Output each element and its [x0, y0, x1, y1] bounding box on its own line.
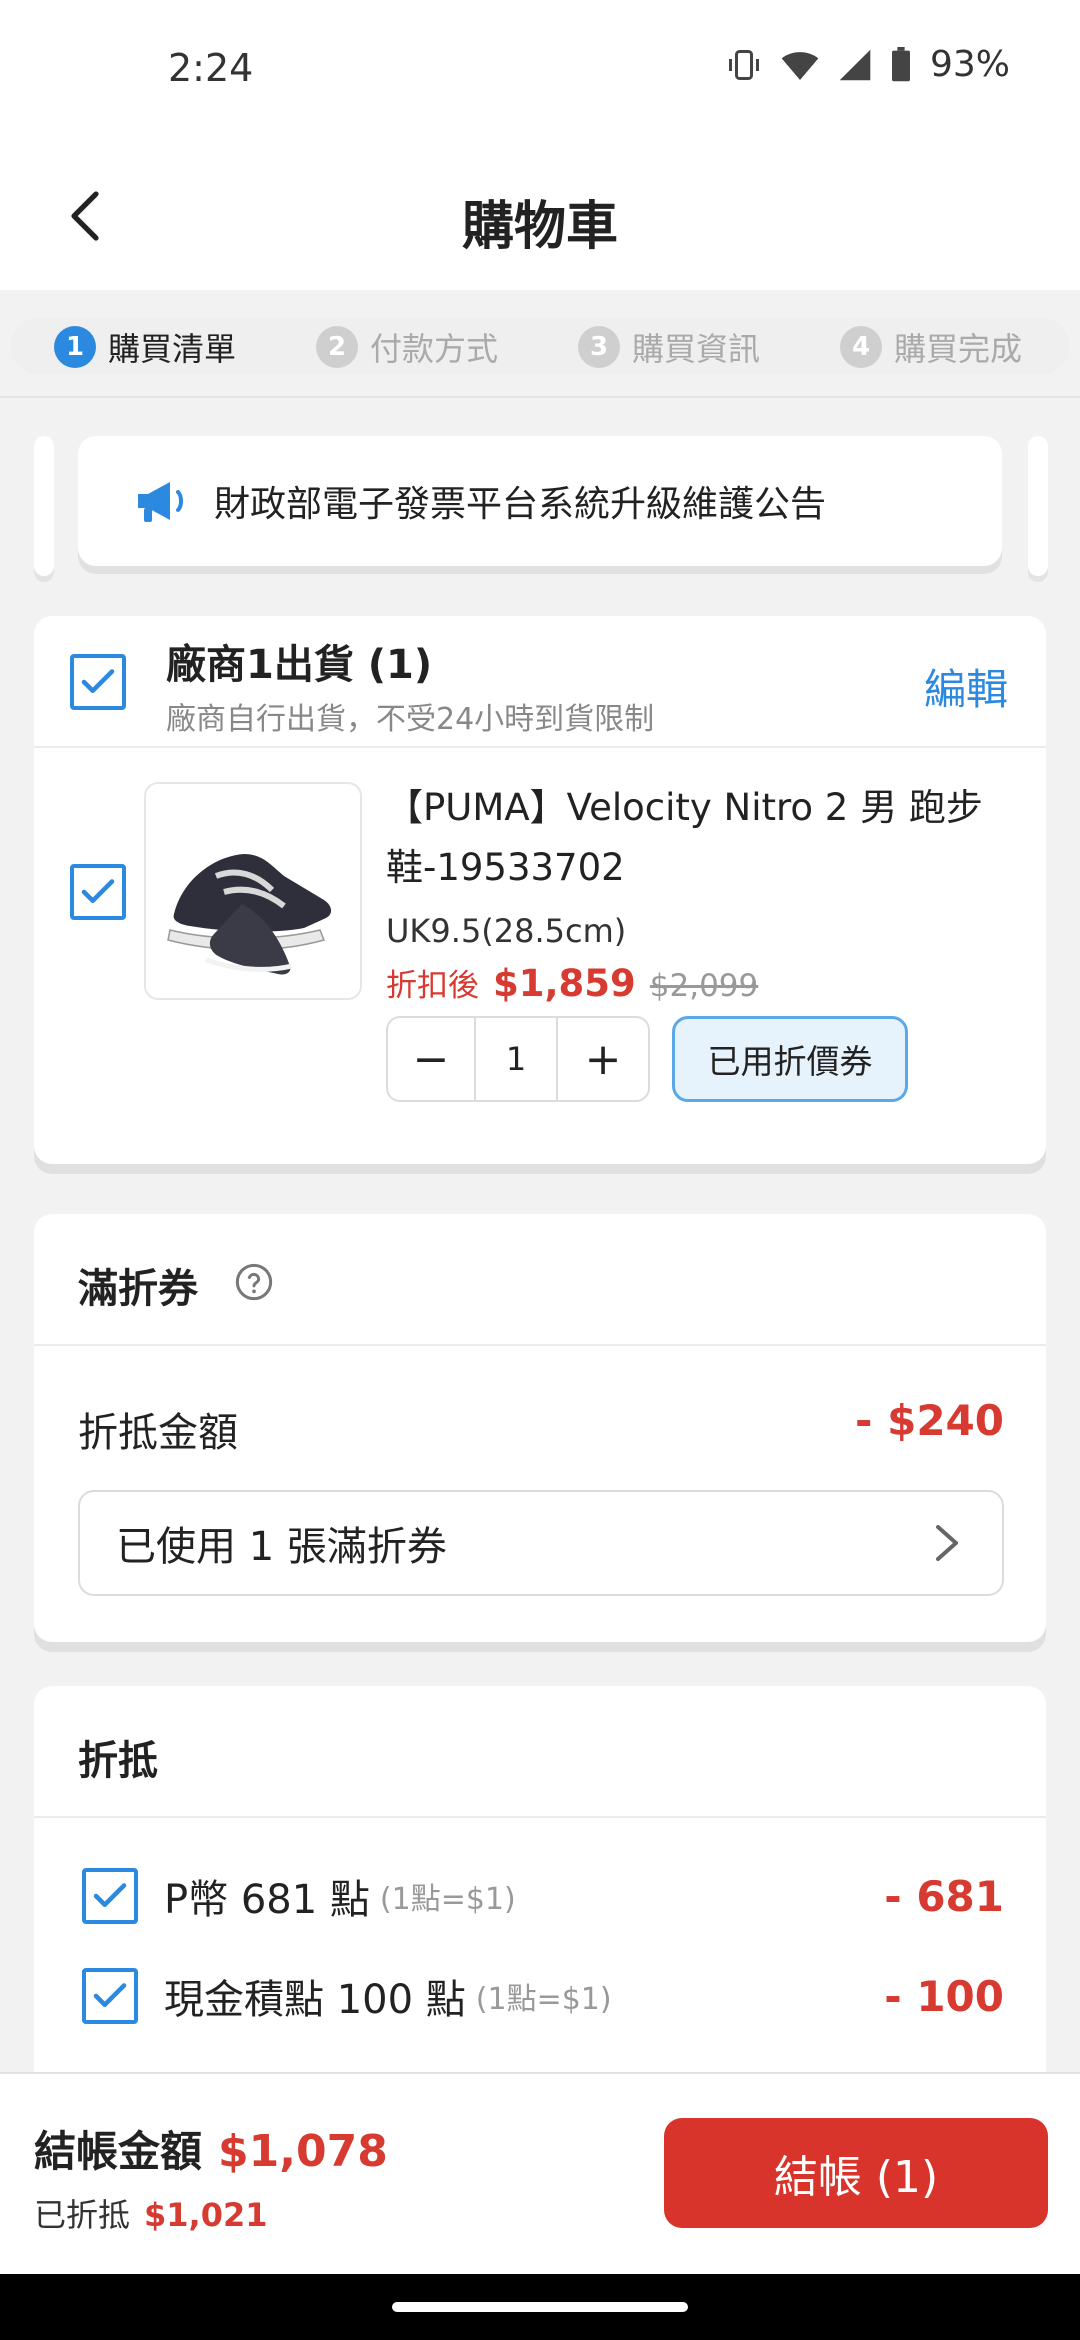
pcoin-label: P幣 681 點 — [164, 1877, 370, 1923]
deduct-divider — [34, 1816, 1046, 1818]
home-indicator[interactable] — [392, 2302, 688, 2312]
step-1: 1 購買清單 — [54, 322, 236, 372]
deduct-title: 折抵 — [78, 1738, 158, 1784]
check-icon — [81, 879, 115, 904]
quantity-value[interactable]: 1 — [476, 1018, 558, 1100]
announcement-text: 財政部電子發票平台系統升級維護公告 — [214, 484, 827, 525]
coupon-used-button[interactable]: 已用折價券 — [672, 1016, 908, 1102]
step-3-label: 購買資訊 — [632, 330, 761, 368]
discount-amount-value: - $240 — [855, 1396, 1004, 1445]
step-2-number: 2 — [316, 326, 358, 368]
price-original: $2,099 — [649, 968, 759, 1004]
product-name[interactable]: 【PUMA】Velocity Nitro 2 男 跑步鞋-19533702 — [386, 778, 1006, 898]
check-icon — [93, 1883, 127, 1908]
battery-icon — [891, 46, 910, 81]
total-value: $1,078 — [218, 2126, 388, 2177]
product-size: UK9.5(28.5cm) — [386, 912, 627, 950]
quantity-stepper: − 1 + — [386, 1016, 650, 1102]
price-row: 折扣後 $1,859 $2,099 — [386, 960, 758, 1005]
help-icon[interactable] — [234, 1262, 274, 1302]
pcoin-amount: - 681 — [884, 1871, 1004, 1921]
page-title: 購物車 — [461, 197, 618, 257]
price-label: 折扣後 — [386, 968, 479, 1004]
vendor-checkbox[interactable] — [70, 654, 126, 710]
check-icon — [81, 669, 115, 694]
step-1-label: 購買清單 — [108, 330, 237, 368]
coupon-selector[interactable]: 已使用 1 張滿折券 — [78, 1490, 1004, 1596]
step-1-number: 1 — [54, 326, 96, 368]
vendor-subtitle: 廠商自行出貨，不受24小時到貨限制 — [166, 702, 655, 737]
points-row-pcoin: P幣 681 點 (1點=$1) - 681 — [82, 1856, 1004, 1936]
pcoin-note: (1點=$1) — [379, 1882, 516, 1917]
points-row-cash: 現金積點 100 點 (1點=$1) - 100 — [82, 1956, 1004, 2036]
vendor-title: 廠商1出貨 (1) — [166, 642, 433, 688]
vendor-divider — [34, 746, 1046, 748]
status-time: 2:24 — [168, 46, 254, 90]
step-3-number: 3 — [578, 326, 620, 368]
edit-button[interactable]: 編輯 — [924, 656, 1008, 717]
total-row: 結帳金額 $1,078 — [34, 2118, 388, 2179]
status-icons: 93% — [726, 44, 1010, 85]
wifi-icon — [781, 51, 819, 80]
total-label: 結帳金額 — [34, 2127, 203, 2176]
saved-value: $1,021 — [144, 2196, 268, 2234]
megaphone-icon — [138, 482, 183, 522]
shoe-icon — [167, 854, 332, 975]
step-4-number: 4 — [840, 326, 882, 368]
cash-points-note: (1點=$1) — [475, 1982, 612, 2017]
step-3: 3 購買資訊 — [578, 322, 760, 372]
step-2-label: 付款方式 — [370, 330, 499, 368]
saved-row: 已折抵 $1,021 — [34, 2190, 268, 2236]
cash-points-label: 現金積點 100 點 — [164, 1977, 466, 2023]
vibrate-icon — [728, 49, 759, 80]
carousel-prev-peek — [34, 436, 54, 576]
cash-points-amount: - 100 — [884, 1971, 1004, 2021]
cash-points-checkbox[interactable] — [82, 1968, 138, 2024]
increase-button[interactable]: + — [558, 1018, 648, 1100]
battery-percent: 93% — [929, 44, 1010, 85]
coupon-divider — [34, 1344, 1046, 1346]
check-icon — [93, 1983, 127, 2008]
pcoin-checkbox[interactable] — [82, 1868, 138, 1924]
step-4: 4 購買完成 — [840, 322, 1022, 372]
product-image[interactable] — [144, 782, 362, 1000]
chevron-right-icon — [936, 1525, 958, 1561]
saved-label: 已折抵 — [34, 2196, 131, 2234]
product-checkbox[interactable] — [70, 864, 126, 920]
decrease-button[interactable]: − — [388, 1018, 476, 1100]
price-now: $1,859 — [493, 962, 636, 1005]
coupon-title: 滿折券 — [78, 1266, 198, 1312]
step-4-label: 購買完成 — [894, 330, 1023, 368]
header-divider — [0, 396, 1080, 398]
signal-icon — [839, 49, 871, 80]
announcement-banner[interactable]: 財政部電子發票平台系統升級維護公告 — [78, 436, 1002, 566]
checkout-button[interactable]: 結帳 (1) — [664, 2118, 1048, 2228]
coupon-selector-text: 已使用 1 張滿折券 — [116, 1524, 447, 1570]
step-2: 2 付款方式 — [316, 322, 498, 372]
carousel-next-peek — [1028, 436, 1048, 576]
